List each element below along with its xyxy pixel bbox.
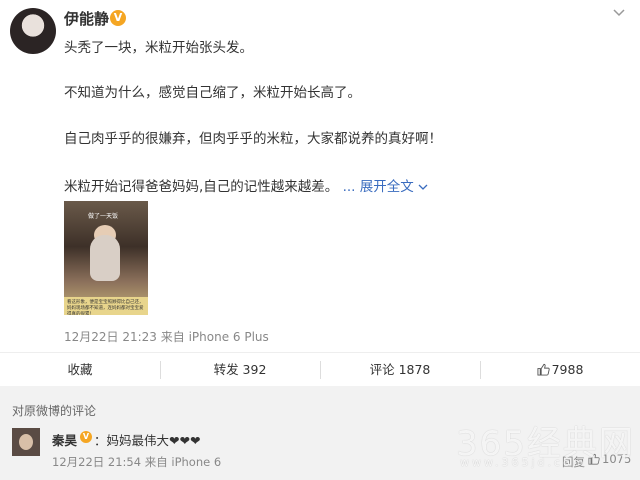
comment-text: ：妈妈最伟大❤❤❤ — [94, 433, 201, 448]
expand-full-text-link[interactable]: 展开全文 — [360, 179, 428, 195]
favorite-button[interactable]: 收藏 — [0, 353, 160, 387]
author-name[interactable]: 伊能静 — [64, 8, 109, 29]
image-caption-strip: 看这形象，便是宝宝照顾得比自己还，妈妈现场都不知道，连妈妈都对宝宝爱得真的很累！ — [64, 297, 148, 315]
commenter-name[interactable]: 秦昊 — [52, 430, 77, 449]
image-top-caption: 做了一天饭 — [88, 213, 119, 220]
post-text-line-1: 头秃了一块，米粒开始张头发。 — [64, 40, 253, 56]
comment-meta: 12月22日 21:54 来自 iPhone 6 — [52, 455, 222, 469]
verified-badge: V — [80, 431, 92, 443]
expand-label: 展开全文 — [359, 179, 414, 195]
post-text-line-2: 不知道为什么，感觉自己缩了，米粒开始长高了。 — [64, 85, 361, 101]
author-avatar[interactable] — [10, 8, 56, 54]
post-meta: 12月22日 21:23 来自 iPhone 6 Plus — [64, 330, 269, 344]
image-bottom-caption: 看这形象，便是宝宝照顾得比自己还，妈妈现场都不知道，连妈妈都对宝宝爱得真的很累！ — [67, 300, 144, 315]
post-image[interactable]: 做了一天饭 看这形象，便是宝宝照顾得比自己还，妈妈现场都不知道，连妈妈都对宝宝爱… — [64, 201, 148, 315]
chevron-down-icon — [418, 184, 428, 190]
post-text-line-4-content: 米粒开始记得爸爸妈妈,自己的记性越来越差。 — [64, 179, 339, 195]
commenter-avatar[interactable] — [12, 428, 40, 456]
commenter-face — [19, 434, 33, 450]
weibo-post: 伊能静 V 头秃了一块，米粒开始张头发。 不知道为什么，感觉自己缩了，米粒开始长… — [0, 0, 640, 352]
like-count: 7988 — [551, 362, 584, 377]
action-bar: 收藏 转发 392 评论 1878 7988 — [0, 352, 640, 387]
site-watermark-url: www.365jd.com — [460, 456, 587, 469]
ellipsis: ... — [342, 179, 356, 195]
thumbs-up-icon — [537, 363, 550, 376]
comment-button[interactable]: 评论 1878 — [320, 353, 480, 387]
chevron-down-icon[interactable] — [612, 6, 626, 20]
comments-title: 对原微博的评论 — [12, 404, 97, 418]
like-button[interactable]: 7988 — [480, 353, 640, 387]
verified-badge: V — [110, 10, 126, 26]
post-text-line-4: 米粒开始记得爸爸妈妈,自己的记性越来越差。 ... 展开全文 — [64, 175, 428, 195]
post-text-line-3: 自己肉乎乎的很嫌弃，但肉乎乎的米粒，大家都说养的真好啊！ — [64, 131, 442, 147]
image-child-body — [90, 235, 120, 281]
repost-button[interactable]: 转发 392 — [160, 353, 320, 387]
